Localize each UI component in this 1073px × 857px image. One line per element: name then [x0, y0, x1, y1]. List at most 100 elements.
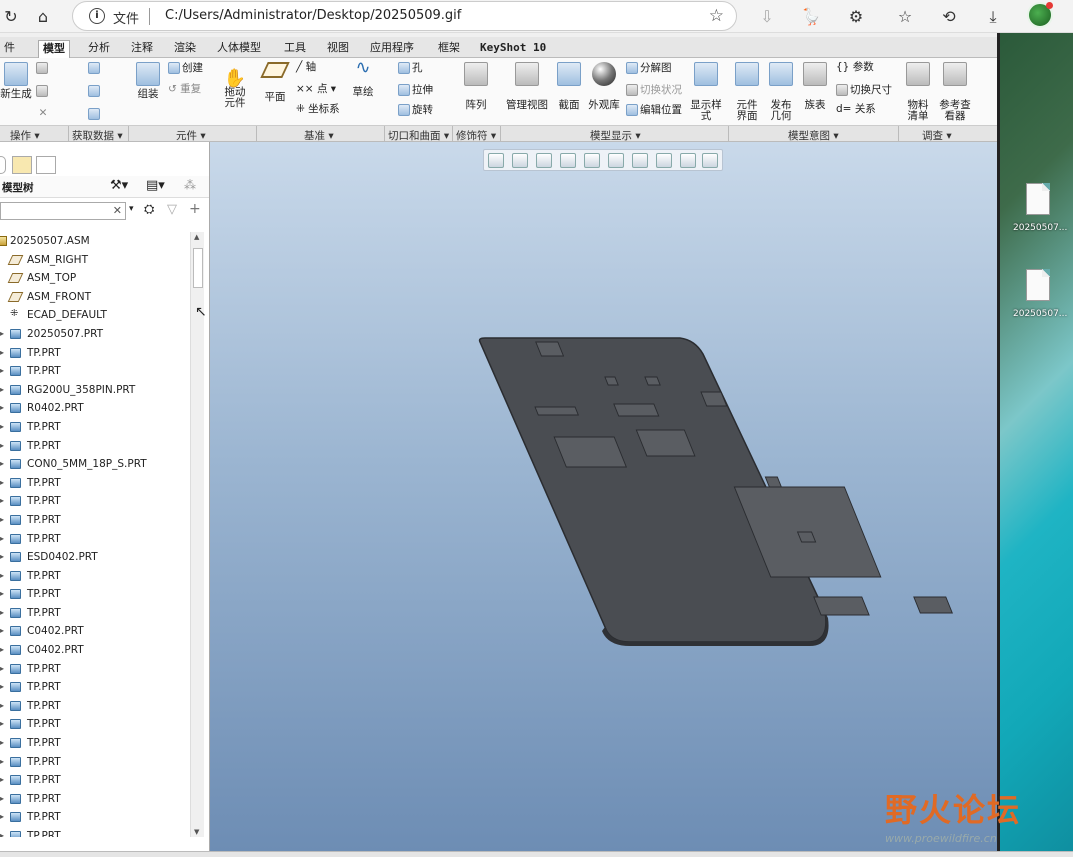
plane-button[interactable]: 平面 [260, 62, 290, 103]
tree-filter-options-icon[interactable]: ⁂ [184, 178, 196, 192]
scroll-down-icon[interactable]: ▼ [194, 828, 199, 836]
tree-item[interactable]: ▸ 20250507.PRT [0, 325, 190, 344]
tree-item[interactable]: ▸ TP.PRT [0, 604, 190, 623]
tree-item[interactable]: ▸ TP.PRT [0, 567, 190, 586]
download-app-icon[interactable]: ⇩ [756, 6, 778, 28]
expand-arrow-icon[interactable]: ▸ [0, 530, 4, 548]
expand-arrow-icon[interactable]: ▸ [0, 567, 4, 585]
downloads-icon[interactable]: ⤓ [982, 6, 1004, 28]
expand-arrow-icon[interactable]: ▸ [0, 641, 4, 659]
tree-item[interactable]: ASM_TOP [0, 269, 190, 288]
home-icon[interactable]: ⌂ [32, 6, 54, 28]
pcb-model[interactable] [210, 142, 997, 851]
extensions-icon[interactable]: ⚙ [845, 6, 867, 28]
tree-item[interactable]: ▸ TP.PRT [0, 418, 190, 437]
group-datum[interactable]: 基准 ▾ [304, 128, 334, 143]
filter-icon[interactable]: ▽ [167, 202, 177, 217]
section-button[interactable]: 截面 [556, 62, 582, 111]
profile-avatar[interactable] [1027, 2, 1053, 28]
bom-button[interactable]: 物料清单 [904, 62, 932, 122]
url-text[interactable]: C:/Users/Administrator/Desktop/20250509.… [165, 8, 461, 23]
group-get-data[interactable]: 获取数据 ▾ [72, 128, 123, 143]
search-dropdown-icon[interactable]: ▾ [129, 204, 134, 214]
expand-arrow-icon[interactable]: ▸ [0, 678, 4, 696]
expand-arrow-icon[interactable]: ▸ [0, 771, 4, 789]
expand-arrow-icon[interactable]: ▸ [0, 492, 4, 510]
extension-goose-icon[interactable]: 🪿 [800, 6, 822, 28]
regenerate-button[interactable]: 新生成 [0, 62, 32, 100]
tree-scrollbar[interactable]: ▲ ▼ [190, 232, 204, 837]
expand-arrow-icon[interactable]: ▸ [0, 548, 4, 566]
expand-arrow-icon[interactable]: ▸ [0, 622, 4, 640]
tree-item[interactable]: ▸ TP.PRT [0, 492, 190, 511]
repeat-button[interactable]: ↺ 重复 [168, 84, 201, 95]
delete-icon[interactable]: ✕ [39, 107, 48, 119]
tree-item[interactable]: ▸ TP.PRT [0, 474, 190, 493]
tree-item[interactable]: ▸ C0402.PRT [0, 622, 190, 641]
group-modifiers[interactable]: 修饰符 ▾ [456, 128, 496, 143]
tree-settings-icon[interactable]: ⚒▾ [110, 178, 128, 193]
tab-tools[interactable]: 工具 [280, 40, 310, 58]
edit-position-button[interactable]: 编辑位置 [626, 104, 682, 116]
favorites-icon[interactable]: ☆ [894, 6, 916, 28]
expand-arrow-icon[interactable]: ▸ [0, 381, 4, 399]
tab-framework[interactable]: 框架 [434, 40, 464, 58]
tree-tab-icon[interactable] [0, 156, 6, 174]
axis-button[interactable]: ╱ 轴 [296, 62, 316, 73]
reference-viewer-button[interactable]: 参考查看器 [938, 62, 972, 122]
family-table-button[interactable]: 族表 [802, 62, 828, 111]
tree-item[interactable]: ⁜ ECAD_DEFAULT [0, 306, 190, 325]
group-components[interactable]: 元件 ▾ [176, 128, 206, 143]
extrude-button[interactable]: 拉伸 [398, 84, 433, 96]
expand-arrow-icon[interactable]: ▸ [0, 344, 4, 362]
component-interface-button[interactable]: 元件界面 [734, 62, 760, 122]
gif-file-icon[interactable] [1026, 269, 1050, 301]
clear-search-icon[interactable]: ✕ [113, 204, 122, 217]
tree-item[interactable]: ▸ TP.PRT [0, 530, 190, 549]
expand-arrow-icon[interactable]: ▸ [0, 790, 4, 808]
exploded-view-button[interactable]: 分解图 [626, 62, 672, 74]
group-model-intent[interactable]: 模型意图 ▾ [788, 128, 839, 143]
tree-item[interactable]: ▸ TP.PRT [0, 678, 190, 697]
tree-search-input[interactable]: ✕ [0, 202, 126, 220]
expand-arrow-icon[interactable]: ▸ [0, 604, 4, 622]
expand-arrow-icon[interactable]: ▸ [0, 437, 4, 455]
tree-scroll-thumb[interactable] [193, 248, 203, 288]
expand-arrow-icon[interactable]: ▸ [0, 753, 4, 771]
point-button[interactable]: ×× 点 ▾ [296, 84, 336, 95]
refresh-icon[interactable]: ↻ [0, 6, 22, 28]
tree-item[interactable]: ▸ C0402.PRT [0, 641, 190, 660]
expand-arrow-icon[interactable]: ▸ [0, 474, 4, 492]
hole-button[interactable]: 孔 [398, 62, 423, 74]
tab-analysis[interactable]: 分析 [84, 40, 114, 58]
add-column-icon[interactable]: + [189, 201, 201, 217]
expand-arrow-icon[interactable]: ▸ [0, 715, 4, 733]
tree-item[interactable]: ▸ TP.PRT [0, 715, 190, 734]
tab-file[interactable]: 件 [0, 40, 19, 58]
find-binoculars-icon[interactable]: ⛭ [144, 202, 154, 217]
expand-arrow-icon[interactable]: ▸ [0, 585, 4, 603]
sketch-button[interactable]: ∿ 草绘 [350, 59, 376, 98]
expand-arrow-icon[interactable]: ▸ [0, 697, 4, 715]
parameters-button[interactable]: {} 参数 [836, 62, 874, 73]
tab-annotate[interactable]: 注释 [127, 40, 157, 58]
group-cuts-surfaces[interactable]: 切口和曲面 ▾ [388, 128, 449, 143]
tree-item[interactable]: ▸ TP.PRT [0, 753, 190, 772]
manage-views-button[interactable]: 管理视图 [505, 62, 549, 111]
expand-arrow-icon[interactable]: ▸ [0, 455, 4, 473]
tree-item[interactable]: 20250507.ASM [0, 232, 190, 251]
assemble-button[interactable]: 组装 [133, 62, 163, 100]
favorites-tab-icon[interactable] [36, 156, 56, 174]
expand-arrow-icon[interactable]: ▸ [0, 325, 4, 343]
publish-geometry-button[interactable]: 发布几何 [768, 62, 794, 122]
user-defined-feature-icon[interactable] [88, 62, 100, 74]
shrinkwrap-icon[interactable] [88, 108, 100, 120]
toggle-status-button[interactable]: 切换状况 [626, 84, 682, 96]
toggle-dimensions-button[interactable]: 切换尺寸 [836, 84, 892, 96]
group-model-display[interactable]: 模型显示 ▾ [590, 128, 641, 143]
group-investigate[interactable]: 调查 ▾ [922, 128, 952, 143]
favorite-star-icon[interactable]: ☆ [709, 6, 724, 26]
copy-icon[interactable] [36, 62, 48, 74]
pattern-button[interactable]: 阵列 [462, 62, 490, 111]
tab-applications[interactable]: 应用程序 [366, 40, 418, 58]
